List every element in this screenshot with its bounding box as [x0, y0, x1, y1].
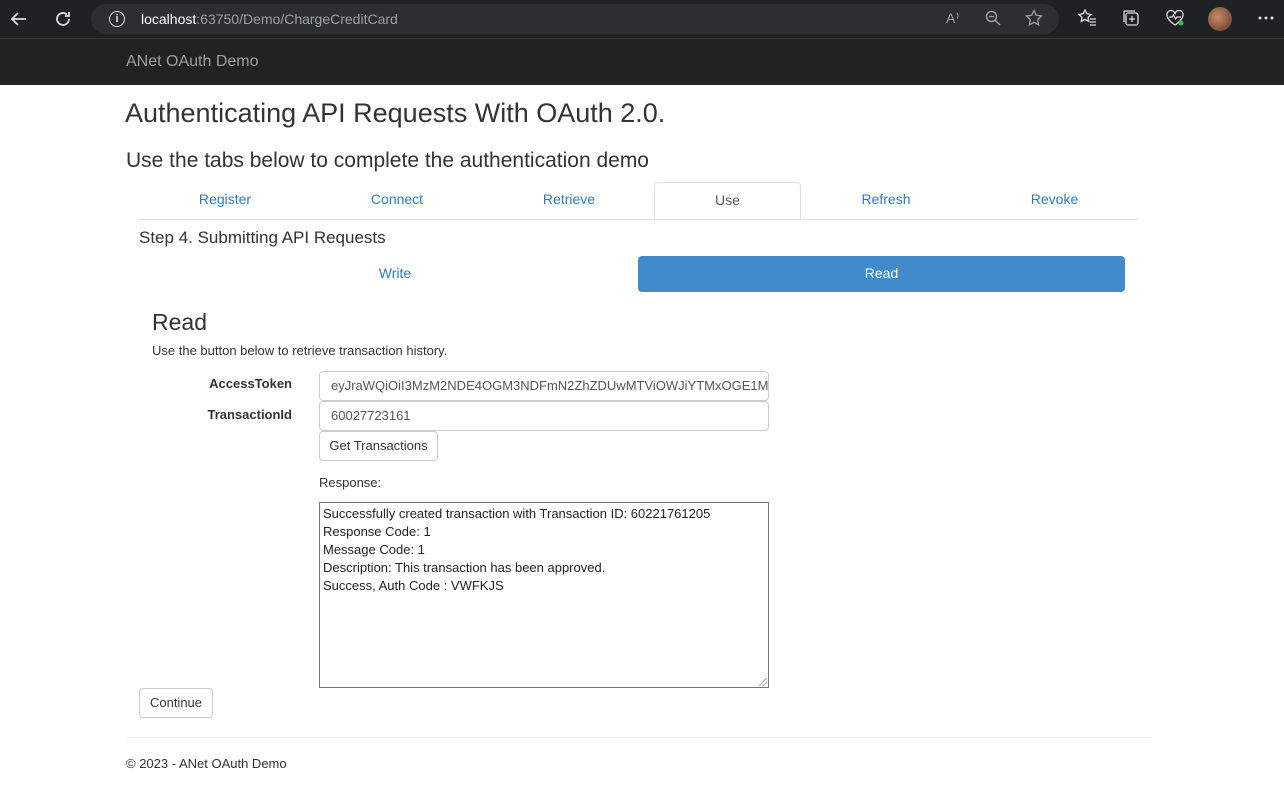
- response-line: Success, Auth Code : VWFKJS: [323, 578, 504, 593]
- page-title: Authenticating API Requests With OAuth 2…: [125, 98, 666, 128]
- step-title: Step 4. Submitting API Requests: [139, 228, 386, 247]
- tab-revoke[interactable]: Revoke: [971, 182, 1138, 219]
- refresh-icon[interactable]: [51, 7, 75, 31]
- pill-read[interactable]: Read: [638, 256, 1125, 292]
- page-subtitle: Use the tabs below to complete the authe…: [126, 149, 649, 172]
- site-info-icon[interactable]: i: [109, 11, 125, 27]
- more-options-icon[interactable]: [1254, 8, 1278, 33]
- pill-write[interactable]: Write: [152, 256, 638, 292]
- browser-toolbar: i localhost:63750/Demo/ChargeCreditCard …: [0, 0, 1284, 39]
- response-line: Message Code: 1: [323, 542, 425, 557]
- site-navbar: ANet OAuth Demo: [0, 39, 1284, 85]
- favorites-icon[interactable]: [1075, 8, 1099, 33]
- tab-bar: Register Connect Retrieve Use Refresh Re…: [139, 182, 1138, 220]
- tab-retrieve[interactable]: Retrieve: [483, 182, 655, 219]
- tab-register[interactable]: Register: [139, 182, 311, 219]
- svg-text:A: A: [946, 10, 956, 26]
- url-text: localhost:63750/Demo/ChargeCreditCard: [141, 11, 398, 27]
- section-description: Use the button below to retrieve transac…: [152, 343, 448, 358]
- get-transactions-button[interactable]: Get Transactions: [319, 431, 438, 461]
- access-token-input[interactable]: eyJraWQiOiI3MzM2NDE4OGM3NDFmN2ZhZDUwMTVi…: [319, 371, 769, 401]
- zoom-out-icon[interactable]: [983, 9, 1003, 32]
- transaction-id-input[interactable]: 60027723161: [319, 401, 769, 431]
- tab-use[interactable]: Use: [654, 182, 801, 219]
- profile-avatar[interactable]: [1208, 7, 1232, 31]
- transaction-id-label: TransactionId: [207, 407, 292, 422]
- footer-divider: [126, 737, 1152, 738]
- browser-essentials-icon[interactable]: [1163, 8, 1187, 33]
- section-title: Read: [152, 309, 207, 335]
- continue-button[interactable]: Continue: [139, 688, 213, 718]
- response-line: Successfully created transaction with Tr…: [323, 506, 711, 521]
- access-token-label: AccessToken: [209, 376, 292, 391]
- read-aloud-icon[interactable]: A: [944, 9, 964, 32]
- tab-connect[interactable]: Connect: [311, 182, 483, 219]
- response-line: Response Code: 1: [323, 524, 431, 539]
- tab-refresh[interactable]: Refresh: [801, 182, 971, 219]
- collections-icon[interactable]: [1119, 8, 1143, 33]
- navbar-brand[interactable]: ANet OAuth Demo: [126, 53, 259, 71]
- address-bar[interactable]: i localhost:63750/Demo/ChargeCreditCard …: [91, 4, 1059, 34]
- footer-text: © 2023 - ANet OAuth Demo: [126, 756, 287, 771]
- response-line: Description: This transaction has been a…: [323, 560, 606, 575]
- back-arrow-icon[interactable]: [7, 7, 31, 31]
- response-label: Response:: [319, 475, 382, 490]
- favorite-star-icon[interactable]: [1024, 8, 1044, 32]
- response-textarea[interactable]: Successfully created transaction with Tr…: [319, 502, 769, 688]
- resize-grip-icon[interactable]: [759, 678, 767, 686]
